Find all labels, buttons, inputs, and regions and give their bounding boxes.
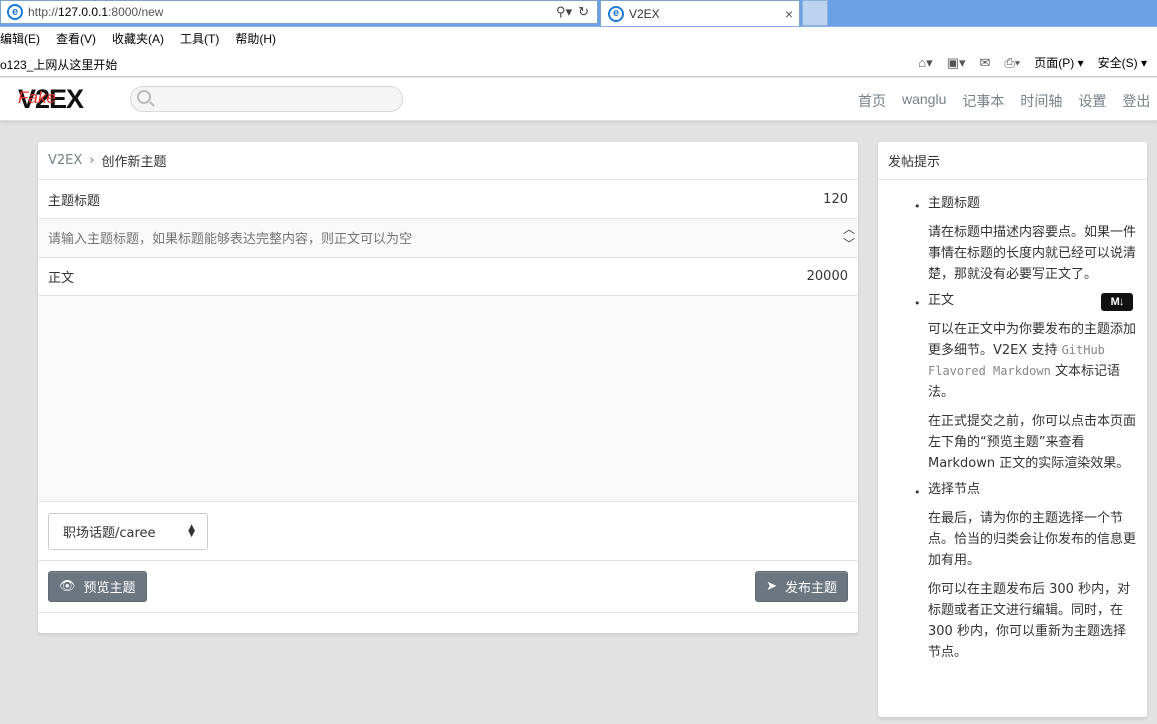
- tip-text: 请在标题中描述内容要点。如果一件事情在标题的长度内就已经可以说清楚，那就没有必要…: [928, 225, 1137, 282]
- menu-edit[interactable]: 编辑(E): [0, 30, 40, 47]
- tip-item: • 选择节点 在最后，请为你的主题选择一个节点。恰当的归类会让你发布的信息更加有…: [914, 480, 1147, 663]
- menu-bar: 编辑(E) 查看(V) 收藏夹(A) 工具(T) 帮助(H): [0, 27, 1157, 50]
- nav-logout[interactable]: 登出: [1122, 91, 1150, 111]
- posting-tips: 发帖提示 • 主题标题 请在标题中描述内容要点。如果一件事情在标题的长度内就已经…: [878, 142, 1147, 717]
- bullet: •: [914, 297, 921, 310]
- nav-timeline[interactable]: 时间轴: [1020, 91, 1062, 111]
- body-header: 正文 20000: [38, 258, 858, 296]
- close-tab-icon[interactable]: ×: [779, 6, 799, 22]
- menu-tools[interactable]: 工具(T): [180, 30, 219, 47]
- tip-text: 在正式提交之前，你可以点击本页面左下角的“预览主题”来查看 Markdown 正…: [928, 414, 1137, 471]
- home-icon[interactable]: ⌂▾: [918, 55, 932, 71]
- tip-text: 你可以在主题发布后 300 秒内，对标题或者正文进行编辑。同时，在 300 秒内…: [928, 582, 1131, 660]
- breadcrumb-separator: ›: [89, 153, 95, 168]
- select-arrows-icon: ▲ ▼: [188, 523, 195, 539]
- title-header: 主题标题 120: [38, 180, 858, 219]
- address-url[interactable]: http://127.0.0.1:8000/new: [28, 5, 556, 19]
- node-select-row: 职场话题/caree ▲ ▼: [38, 502, 858, 561]
- tips-list: • 主题标题 请在标题中描述内容要点。如果一件事情在标题的长度内就已经可以说清楚…: [878, 180, 1147, 663]
- browser-tab[interactable]: e V2EX ×: [600, 0, 800, 26]
- logo-overlay: Fake: [18, 88, 56, 107]
- bullet: •: [914, 200, 921, 213]
- body-editor[interactable]: [38, 296, 858, 502]
- ie-icon: e: [7, 4, 23, 20]
- new-topic-form: V2EX › 创作新主题 主题标题 120 ︿ ﹀ 正文 20000 职场话题/…: [38, 142, 858, 633]
- preview-button-label: 预览主题: [83, 581, 136, 596]
- body-label: 正文: [48, 271, 75, 286]
- tip-text: 在最后，请为你的主题选择一个节点。恰当的归类会让你发布的信息更加有用。: [928, 511, 1137, 568]
- address-bar[interactable]: e http://127.0.0.1:8000/new ⚲▾ ↻: [0, 0, 598, 24]
- site-header: V2EX Fake 首页 wanglu 记事本 时间轴 设置 登出: [0, 78, 1157, 121]
- breadcrumb: V2EX › 创作新主题: [38, 142, 858, 180]
- title-field[interactable]: ︿ ﹀: [38, 219, 858, 258]
- nav-settings[interactable]: 设置: [1078, 91, 1106, 111]
- command-bar: ⌂▾ ▣▾ ✉ ⎙▾ 页面(P) ▾ 安全(S) ▾: [918, 54, 1147, 71]
- node-select[interactable]: 职场话题/caree ▲ ▼: [48, 512, 208, 550]
- nav-notes[interactable]: 记事本: [962, 91, 1004, 111]
- preview-button[interactable]: 👁 预览主题: [48, 571, 147, 602]
- favorites-bar: o123_上网从这里开始 ⌂▾ ▣▾ ✉ ⎙▾ 页面(P) ▾ 安全(S) ▾: [0, 50, 1157, 77]
- menu-view[interactable]: 查看(V): [56, 30, 96, 47]
- safety-menu[interactable]: 安全(S) ▾: [1098, 54, 1147, 71]
- browser-chrome: e http://127.0.0.1:8000/new ⚲▾ ↻ e V2EX …: [0, 0, 1157, 27]
- page-menu[interactable]: 页面(P) ▾: [1034, 54, 1083, 71]
- chevron-up-icon[interactable]: ︿: [843, 222, 855, 237]
- title-char-limit: 120: [823, 191, 848, 207]
- breadcrumb-home[interactable]: V2EX: [48, 153, 82, 168]
- body-char-limit: 20000: [806, 269, 848, 284]
- search-icon: [137, 90, 151, 104]
- search-input[interactable]: [157, 89, 397, 109]
- top-nav: 首页 wanglu 记事本 时间轴 设置 登出: [858, 91, 1150, 111]
- publish-button[interactable]: ➤ 发布主题: [755, 571, 848, 602]
- feeds-icon[interactable]: ▣▾: [947, 55, 966, 71]
- chevron-down-icon[interactable]: ﹀: [843, 237, 855, 252]
- favorite-link[interactable]: o123_上网从这里开始: [0, 56, 117, 73]
- tip-title: 选择节点: [928, 482, 981, 497]
- breadcrumb-current: 创作新主题: [101, 155, 167, 170]
- tip-item: • 主题标题 请在标题中描述内容要点。如果一件事情在标题的长度内就已经可以说清楚…: [914, 194, 1147, 285]
- menu-favorites[interactable]: 收藏夹(A): [112, 30, 164, 47]
- mail-icon[interactable]: ✉: [980, 55, 991, 71]
- title-input[interactable]: [48, 219, 848, 257]
- eye-icon: 👁: [59, 579, 76, 594]
- bullet: •: [914, 486, 921, 499]
- search-box[interactable]: [130, 86, 403, 112]
- tips-title: 发帖提示: [878, 142, 1147, 180]
- node-select-value: 职场话题/caree: [63, 525, 156, 541]
- action-row: 👁 预览主题 ➤ 发布主题: [38, 561, 858, 613]
- search-dropdown-icon[interactable]: ⚲▾: [556, 4, 572, 20]
- new-tab-button[interactable]: [802, 0, 828, 26]
- refresh-icon[interactable]: ↻: [578, 4, 589, 20]
- nav-home[interactable]: 首页: [858, 91, 886, 111]
- tip-text: 可以在正文中为你要发布的主题添加更多细节。V2EX 支持 GitHub Flav…: [928, 322, 1137, 400]
- tip-title: 主题标题: [928, 196, 981, 211]
- tab-title: V2EX: [629, 6, 660, 21]
- nav-user[interactable]: wanglu: [902, 91, 946, 111]
- title-label: 主题标题: [48, 193, 101, 209]
- tip-item: • 正文 M↓ 可以在正文中为你要发布的主题添加更多细节。V2EX 支持 Git…: [914, 291, 1147, 474]
- markdown-icon: M↓: [1101, 293, 1133, 311]
- publish-button-label: 发布主题: [784, 581, 837, 596]
- ie-icon: e: [608, 5, 624, 22]
- print-icon[interactable]: ⎙▾: [1004, 55, 1020, 71]
- menu-help[interactable]: 帮助(H): [235, 30, 276, 47]
- title-resize-control[interactable]: ︿ ﹀: [843, 222, 855, 252]
- paper-plane-icon: ➤: [766, 579, 777, 594]
